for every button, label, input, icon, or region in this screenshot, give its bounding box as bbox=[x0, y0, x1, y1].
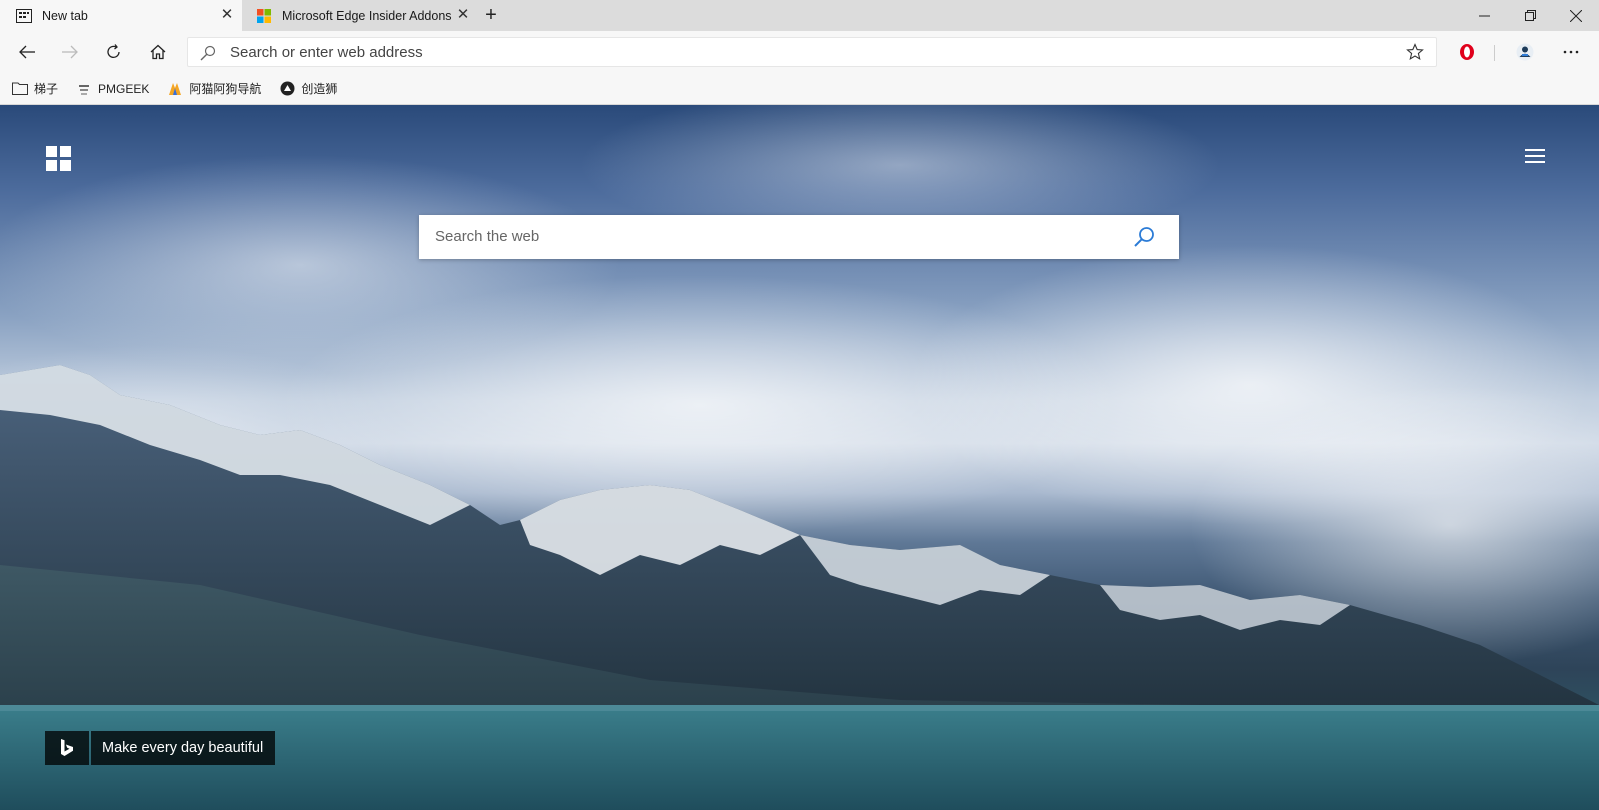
refresh-button[interactable] bbox=[99, 37, 129, 67]
favorites-bar: 梯子 PMGEEK 阿猫阿狗导航 创造狮 bbox=[0, 73, 1599, 105]
amao-agou-icon bbox=[167, 81, 183, 97]
address-bar[interactable]: Search or enter web address bbox=[187, 37, 1437, 67]
favorite-item[interactable]: PMGEEK bbox=[76, 81, 149, 97]
profile-button[interactable] bbox=[1510, 37, 1540, 67]
tab-new-tab[interactable]: New tab ✕ bbox=[0, 0, 242, 31]
page-settings-menu-icon[interactable] bbox=[1525, 149, 1545, 165]
browser-chrome: New tab ✕ Microsoft Edge Insider Addons … bbox=[0, 0, 1599, 105]
apps-launcher-icon[interactable] bbox=[46, 146, 71, 171]
chuangzaoshi-icon bbox=[279, 81, 295, 97]
microsoft-logo-icon bbox=[256, 8, 272, 24]
pmgeek-icon bbox=[76, 81, 92, 97]
address-placeholder: Search or enter web address bbox=[230, 44, 423, 61]
home-icon bbox=[150, 44, 166, 60]
restore-button[interactable] bbox=[1507, 0, 1553, 31]
favorite-star-icon[interactable] bbox=[1406, 43, 1424, 66]
favorite-item[interactable]: 梯子 bbox=[12, 80, 58, 97]
web-search-box[interactable]: Search the web bbox=[419, 215, 1179, 259]
navigation-toolbar: Search or enter web address bbox=[0, 31, 1599, 73]
background-image bbox=[0, 105, 1599, 810]
tab-edge-insider-addons[interactable]: Microsoft Edge Insider Addons ✕ bbox=[242, 0, 478, 31]
search-icon bbox=[200, 45, 216, 66]
opera-logo-icon bbox=[1460, 44, 1474, 60]
close-window-button[interactable] bbox=[1553, 0, 1599, 31]
close-tab-icon[interactable]: ✕ bbox=[220, 7, 234, 22]
new-tab-page: Search the web Make every day beautiful bbox=[0, 105, 1599, 810]
tab-label: Microsoft Edge Insider Addons bbox=[282, 8, 452, 23]
more-dots-icon bbox=[1563, 50, 1579, 54]
avatar-icon bbox=[1516, 43, 1534, 61]
back-button[interactable] bbox=[12, 37, 42, 67]
new-tab-button[interactable]: + bbox=[480, 5, 502, 27]
tab-strip: New tab ✕ Microsoft Edge Insider Addons … bbox=[0, 0, 1599, 31]
opera-extension-button[interactable] bbox=[1452, 37, 1482, 67]
favorite-label: 阿猫阿狗导航 bbox=[189, 82, 262, 96]
web-search-placeholder: Search the web bbox=[435, 228, 540, 245]
back-arrow-icon bbox=[19, 45, 35, 59]
settings-more-button[interactable] bbox=[1556, 37, 1586, 67]
close-tab-icon[interactable]: ✕ bbox=[456, 7, 470, 22]
favorite-label: 创造狮 bbox=[301, 82, 338, 96]
folder-icon bbox=[12, 81, 28, 97]
bing-logo-icon bbox=[45, 731, 89, 765]
home-button[interactable] bbox=[143, 37, 173, 67]
favorite-label: PMGEEK bbox=[98, 81, 150, 96]
refresh-icon bbox=[107, 44, 120, 58]
forward-button[interactable] bbox=[55, 37, 85, 67]
tab-label: New tab bbox=[42, 8, 88, 23]
forward-arrow-icon bbox=[62, 45, 78, 59]
new-tab-page-icon bbox=[16, 8, 32, 24]
toolbar-divider bbox=[1494, 45, 1495, 61]
search-icon[interactable] bbox=[1133, 226, 1155, 253]
favorite-item[interactable]: 阿猫阿狗导航 bbox=[167, 80, 261, 97]
bing-caption: Make every day beautiful bbox=[91, 731, 276, 765]
bing-image-badge[interactable]: Make every day beautiful bbox=[45, 731, 276, 765]
favorite-label: 梯子 bbox=[34, 82, 59, 96]
minimize-button[interactable] bbox=[1461, 0, 1507, 31]
favorite-item[interactable]: 创造狮 bbox=[279, 80, 337, 97]
